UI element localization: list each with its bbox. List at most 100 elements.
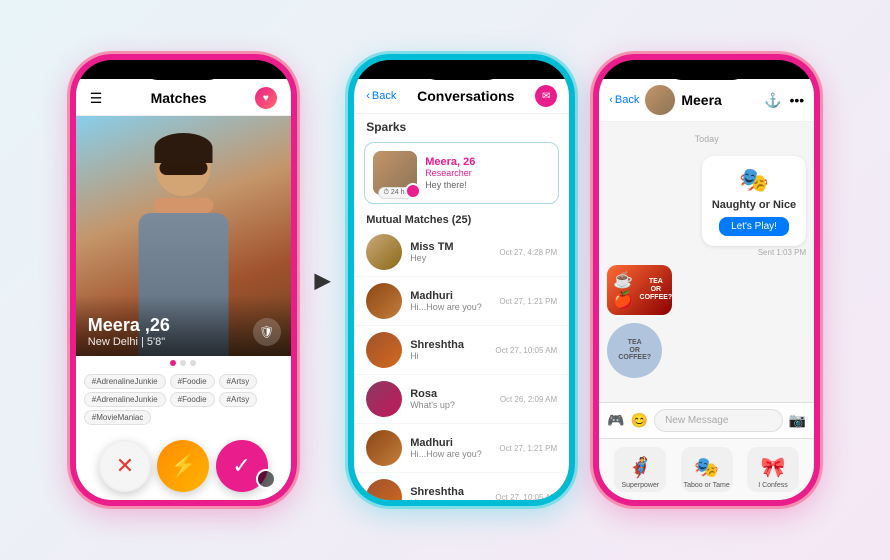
tag-row-2: #AdrenalineJunkie #Foodie #Artsy bbox=[84, 392, 283, 407]
conv-avatar-3 bbox=[366, 381, 402, 417]
gamepad-icon[interactable]: 🎮 bbox=[607, 412, 624, 429]
stickers-bar: 🦸 Superpower 🎭 Taboo or Tame 🎀 I Confess bbox=[599, 438, 814, 500]
profile-name: Meera ,26 bbox=[88, 315, 279, 336]
conv-info-0: Miss TM Hey bbox=[410, 241, 491, 263]
conv-name-0: Miss TM bbox=[410, 241, 491, 253]
conv-item-1[interactable]: Madhuri Hi...How are you? Oct 27, 1:21 P… bbox=[354, 277, 569, 326]
phone1-content: ☰ Matches ♥ bbox=[76, 79, 291, 500]
phone3-time: 9:41 bbox=[615, 66, 635, 77]
conv-item-0[interactable]: Miss TM Hey Oct 27, 4:28 PM bbox=[354, 228, 569, 277]
shield-button[interactable]: 🛡 bbox=[253, 318, 281, 346]
phone1-notch bbox=[143, 60, 223, 80]
dot-2 bbox=[180, 360, 186, 366]
conv-msg-5: Hi bbox=[410, 498, 487, 500]
phone1: 9:41 ●●● ▲ ▮ ☰ Matches ♥ bbox=[76, 60, 291, 500]
conversations-title: Conversations bbox=[396, 88, 535, 104]
sticker-option-confess[interactable]: 🎀 I Confess bbox=[747, 447, 799, 492]
message-placeholder: New Message bbox=[665, 415, 728, 426]
matches-header: ☰ Matches ♥ bbox=[76, 79, 291, 116]
tag-row-1: #AdrenalineJunkie #Foodie #Artsy bbox=[84, 374, 283, 389]
battery-icon-2: ▮ bbox=[548, 66, 554, 77]
conv-msg-4: Hi...How are you? bbox=[410, 449, 491, 459]
dots-indicator bbox=[76, 356, 291, 370]
camera-icon[interactable]: 📷 bbox=[789, 412, 806, 429]
message-input[interactable]: New Message bbox=[654, 409, 783, 432]
game-message: 🎭 Naughty or Nice Let's Play! Sent 1:03 … bbox=[702, 156, 806, 257]
spark-card[interactable]: ⏱ 24 hr Meera, 26 Researcher Hey there! bbox=[364, 142, 559, 204]
sticker-option-taboo[interactable]: 🎭 Taboo or Tame bbox=[681, 447, 733, 492]
chat-header-icons: ⚓ ••• bbox=[764, 92, 804, 109]
conv-item-4[interactable]: Madhuri Hi...How are you? Oct 27, 1:21 P… bbox=[354, 424, 569, 473]
phone2-time: 9:41 bbox=[370, 66, 390, 77]
boost-button[interactable]: ⚡ bbox=[157, 440, 209, 492]
tag-foodie-1: #Foodie bbox=[170, 374, 215, 389]
phone2-content: ‹ Back Conversations ✉ Sparks ⏱ 24 hr Me… bbox=[354, 79, 569, 500]
chat-header: ‹ Back Meera ⚓ ••• bbox=[599, 79, 814, 122]
confess-icon: 🎀 bbox=[761, 455, 786, 480]
wifi-icon-3: ▲ bbox=[780, 66, 790, 77]
anchor-icon: ⚓ bbox=[764, 92, 781, 109]
phone1-outer: 9:41 ●●● ▲ ▮ ☰ Matches ♥ bbox=[70, 54, 297, 506]
back-chevron-3: ‹ bbox=[609, 94, 613, 106]
spark-online-badge bbox=[405, 183, 421, 199]
arrow-indicator: ▶ bbox=[315, 268, 330, 293]
conv-name-1: Madhuri bbox=[410, 290, 491, 302]
emoji-icon[interactable]: 😊 bbox=[631, 412, 648, 429]
spark-info: Meera, 26 Researcher Hey there! bbox=[425, 156, 550, 190]
superpower-label: Superpower bbox=[621, 482, 659, 492]
sent-time: Sent 1:03 PM bbox=[702, 248, 806, 257]
profile-location: New Delhi | 5'8" bbox=[88, 336, 279, 348]
conv-item-3[interactable]: Rosa What's up? Oct 26, 2:09 AM bbox=[354, 375, 569, 424]
action-buttons: ✕ ⚡ ✓ bbox=[76, 432, 291, 500]
conv-msg-3: What's up? bbox=[410, 400, 492, 410]
conv-info-5: Shreshtha Hi bbox=[410, 486, 487, 500]
conv-msg-1: Hi...How are you? bbox=[410, 302, 491, 312]
spark-avatar: ⏱ 24 hr bbox=[373, 151, 417, 195]
dot-1 bbox=[170, 360, 176, 366]
back-button-3[interactable]: ‹ Back bbox=[609, 94, 639, 106]
game-card: 🎭 Naughty or Nice Let's Play! bbox=[702, 156, 806, 246]
battery-icon: ▮ bbox=[269, 66, 275, 77]
taboo-label: Taboo or Tame bbox=[684, 482, 730, 492]
person-scarf bbox=[153, 198, 213, 213]
tag-adrenaline-2: #AdrenalineJunkie bbox=[84, 392, 166, 407]
signal-icon-2: ●●● bbox=[514, 66, 532, 77]
sticker-message-1: ☕🍎 TEAORCOFFEE? bbox=[607, 265, 806, 315]
new-message-icon[interactable]: ✉ bbox=[535, 85, 557, 107]
conv-info-2: Shreshtha Hi bbox=[410, 339, 487, 361]
back-label-3: Back bbox=[615, 94, 639, 106]
date-label: Today bbox=[607, 134, 806, 144]
tag-row-3: #MovieManiac bbox=[84, 410, 283, 425]
conv-avatar-1 bbox=[366, 283, 402, 319]
conv-item-5[interactable]: Shreshtha Hi Oct 27, 10:05 AM bbox=[354, 473, 569, 500]
conv-name-2: Shreshtha bbox=[410, 339, 487, 351]
phone1-time: 9:41 bbox=[92, 66, 112, 77]
conv-name-4: Madhuri bbox=[410, 437, 491, 449]
cursor-indicator bbox=[256, 469, 276, 489]
phone3-notch bbox=[667, 60, 747, 80]
conv-name-5: Shreshtha bbox=[410, 486, 487, 498]
sticker-tea-1: ☕🍎 TEAORCOFFEE? bbox=[607, 265, 672, 315]
conv-avatar-4 bbox=[366, 430, 402, 466]
sticker-text-1: TEAORCOFFEE? bbox=[640, 278, 673, 301]
conversations-header: ‹ Back Conversations ✉ bbox=[354, 79, 569, 114]
more-icon[interactable]: ••• bbox=[789, 92, 804, 108]
tag-artsy-1: #Artsy bbox=[219, 374, 258, 389]
menu-icon[interactable]: ☰ bbox=[90, 90, 103, 107]
sticker-text-2: TEAORCOFFEE? bbox=[618, 339, 651, 362]
chat-avatar bbox=[645, 85, 675, 115]
conv-item-2[interactable]: Shreshtha Hi Oct 27, 10:05 AM bbox=[354, 326, 569, 375]
spark-name: Meera, 26 bbox=[425, 156, 550, 168]
sparks-label: Sparks bbox=[354, 114, 569, 138]
tag-movie: #MovieManiac bbox=[84, 410, 152, 425]
profile-photo: Meera ,26 New Delhi | 5'8" 🛡 bbox=[76, 116, 291, 356]
reject-button[interactable]: ✕ bbox=[99, 440, 151, 492]
phone2-status-icons: ●●● ▲ ▮ bbox=[514, 66, 554, 77]
game-play-button[interactable]: Let's Play! bbox=[719, 217, 789, 236]
sticker-option-superpower[interactable]: 🦸 Superpower bbox=[614, 447, 666, 492]
conv-time-4: Oct 27, 1:21 PM bbox=[499, 444, 557, 453]
conv-info-1: Madhuri Hi...How are you? bbox=[410, 290, 491, 312]
conv-info-4: Madhuri Hi...How are you? bbox=[410, 437, 491, 459]
phone2: 9:41 ●●● ▲ ▮ ‹ Back Conversations ✉ Spar… bbox=[354, 60, 569, 500]
back-button-2[interactable]: ‹ Back bbox=[366, 90, 396, 102]
